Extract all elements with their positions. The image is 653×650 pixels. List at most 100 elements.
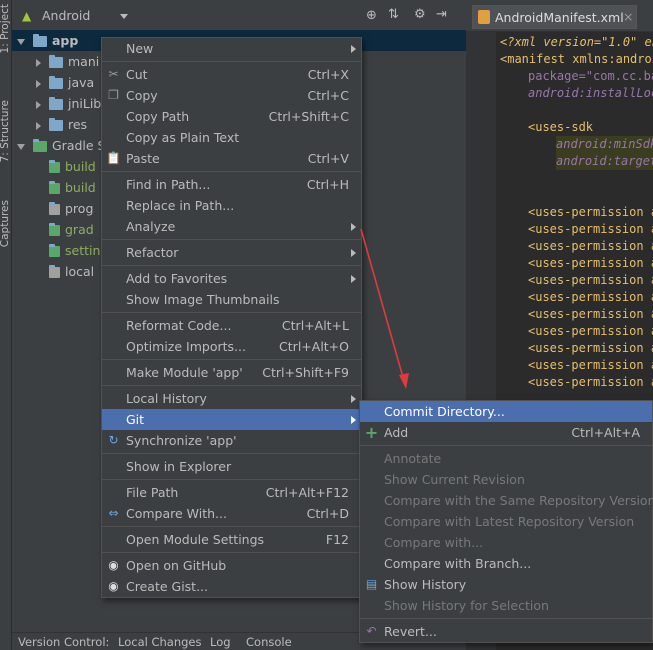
git-menu-item-annotate[interactable]: Annotate xyxy=(360,448,652,469)
bottom-tab-local-changes[interactable]: Local Changes xyxy=(118,635,201,649)
menu-separator xyxy=(102,265,361,266)
menu-item-refactor[interactable]: Refactor xyxy=(102,242,361,263)
chevron-down-icon[interactable] xyxy=(17,38,25,45)
gradle-icon xyxy=(33,139,47,152)
tree-item-label: build xyxy=(65,180,96,195)
collapse-icon[interactable]: ⇅ xyxy=(388,7,399,22)
menu-item-replace-in-path[interactable]: Replace in Path... xyxy=(102,195,361,216)
tree-item-jnilib[interactable]: jniLib xyxy=(36,93,101,114)
git-menu-item-compare-with[interactable]: Compare with... xyxy=(360,532,652,553)
annotation-arrow xyxy=(360,228,409,389)
git-menu-item-compare-with-branch[interactable]: Compare with Branch... xyxy=(360,553,652,574)
gear-icon[interactable]: ⚙ xyxy=(414,7,426,22)
menu-item-label: Cut xyxy=(126,67,148,82)
tree-item-java[interactable]: java xyxy=(36,72,94,93)
tree-item-label: java xyxy=(68,75,95,90)
close-icon[interactable]: × xyxy=(623,9,633,24)
view-select[interactable]: ▲ Android xyxy=(20,6,132,26)
menu-item-show-image-thumbnails[interactable]: Show Image Thumbnails xyxy=(102,289,361,310)
view-select-label: Android xyxy=(42,8,91,23)
menu-item-label: Open on GitHub xyxy=(126,558,227,573)
context-menu: New ✂ Cut Ctrl+X ❐ Copy Ctrl+C Copy Path Ctrl+Sh… xyxy=(101,37,362,598)
target-icon[interactable]: ⊕ xyxy=(366,8,377,23)
tree-item-res[interactable]: res xyxy=(36,114,87,135)
menu-item-copy-as-plain-text[interactable]: Copy as Plain Text xyxy=(102,127,361,148)
tree-item-settin[interactable]: settin xyxy=(36,240,100,261)
menu-item-new[interactable]: New xyxy=(102,38,361,59)
git-menu-item-compare-with-latest-repository-version[interactable]: Compare with Latest Repository Version xyxy=(360,511,652,532)
folder-icon xyxy=(49,76,63,89)
menu-item-make-module-app[interactable]: Make Module 'app' Ctrl+Shift+F9 xyxy=(102,362,361,383)
pin-icon[interactable]: ⇥ xyxy=(436,7,447,22)
menu-item-label: Find in Path... xyxy=(126,177,211,192)
tree-item-local[interactable]: local xyxy=(36,261,94,282)
submenu-arrow-icon xyxy=(351,45,356,53)
captures-tool-tab[interactable]: Captures xyxy=(0,200,12,247)
menu-item-cut[interactable]: ✂ Cut Ctrl+X xyxy=(102,64,361,85)
menu-item-shortcut: Ctrl+X xyxy=(307,67,349,82)
menu-item-label: Refactor xyxy=(126,245,179,260)
menu-separator xyxy=(102,171,361,172)
git-menu-item-add[interactable]: + Add Ctrl+Alt+A xyxy=(360,422,652,443)
bottom-tab-version-control[interactable]: Version Control: xyxy=(18,635,109,649)
tree-item-build[interactable]: build xyxy=(36,177,96,198)
menu-item-paste[interactable]: 📋 Paste Ctrl+V xyxy=(102,148,361,169)
history-icon: ▤ xyxy=(365,577,378,591)
menu-separator xyxy=(102,552,361,553)
menu-item-find-in-path[interactable]: Find in Path... Ctrl+H xyxy=(102,174,361,195)
menu-item-reformat-code[interactable]: Reformat Code... Ctrl+Alt+L xyxy=(102,315,361,336)
menu-item-label: Copy xyxy=(126,88,158,103)
menu-item-show-in-explorer[interactable]: Show in Explorer xyxy=(102,456,361,477)
menu-separator xyxy=(102,312,361,313)
structure-tool-tab[interactable]: 7: Structure xyxy=(0,100,12,162)
git-menu-item-show-history-for-selection[interactable]: Show History for Selection xyxy=(360,595,652,616)
menu-item-open-on-github[interactable]: ◉ Open on GitHub xyxy=(102,555,361,576)
git-menu-item-commit-directory[interactable]: Commit Directory... xyxy=(360,401,652,422)
tree-item-prog[interactable]: prog xyxy=(36,198,93,219)
chevron-right-icon[interactable] xyxy=(36,100,41,109)
menu-item-local-history[interactable]: Local History xyxy=(102,388,361,409)
menu-item-label: Compare With... xyxy=(126,506,227,521)
submenu-arrow-icon xyxy=(351,395,356,403)
menu-item-open-module-settings[interactable]: Open Module Settings F12 xyxy=(102,529,361,550)
tree-item-mani[interactable]: mani xyxy=(36,51,99,72)
folder-icon xyxy=(49,55,63,68)
tree-item-label: res xyxy=(68,117,88,132)
menu-item-file-path[interactable]: File Path Ctrl+Alt+F12 xyxy=(102,482,361,503)
chevron-right-icon[interactable] xyxy=(36,58,41,67)
menu-item-git[interactable]: Git xyxy=(102,409,361,430)
menu-item-add-to-favorites[interactable]: Add to Favorites xyxy=(102,268,361,289)
project-tool-tab[interactable]: 1: Project xyxy=(0,4,12,53)
menu-item-label: Compare with Latest Repository Version xyxy=(384,514,635,529)
tree-item-grad[interactable]: grad xyxy=(36,219,94,240)
chevron-right-icon[interactable] xyxy=(36,79,41,88)
menu-item-optimize-imports[interactable]: Optimize Imports... Ctrl+Alt+O xyxy=(102,336,361,357)
menu-item-label: Add to Favorites xyxy=(126,271,228,286)
chevron-right-icon[interactable] xyxy=(36,121,41,130)
code-line: <uses-permission a xyxy=(528,375,653,389)
menu-item-shortcut: Ctrl+Shift+F9 xyxy=(262,365,349,380)
menu-item-analyze[interactable]: Analyze xyxy=(102,216,361,237)
git-menu-item-show-history[interactable]: ▤ Show History xyxy=(360,574,652,595)
git-submenu: Commit Directory... + Add Ctrl+Alt+A Annotat… xyxy=(359,400,653,643)
menu-item-label: Local History xyxy=(126,391,207,406)
git-menu-item-revert[interactable]: ↶ Revert... xyxy=(360,621,652,642)
git-menu-item-compare-with-the-same-repository-version[interactable]: Compare with the Same Repository Version xyxy=(360,490,653,511)
code-line: <uses-permission a xyxy=(528,205,653,219)
menu-item-copy[interactable]: ❐ Copy Ctrl+C xyxy=(102,85,361,106)
tree-item-build[interactable]: build xyxy=(36,156,96,177)
menu-item-compare-with[interactable]: ⇔ Compare With... Ctrl+D xyxy=(102,503,361,524)
chevron-down-icon[interactable] xyxy=(17,143,25,150)
cut-icon: ✂ xyxy=(108,67,119,81)
menu-separator xyxy=(102,61,361,62)
menu-item-synchronize-app[interactable]: ↻ Synchronize 'app' xyxy=(102,430,361,451)
tree-item-gradle-s[interactable]: Gradle S xyxy=(17,135,106,156)
bottom-tab-console[interactable]: Console xyxy=(246,635,292,649)
editor-tab[interactable]: AndroidManifest.xml × xyxy=(472,5,637,29)
menu-item-create-gist[interactable]: ◉ Create Gist... xyxy=(102,576,361,597)
tree-item-label: app xyxy=(52,33,79,48)
git-menu-item-show-current-revision[interactable]: Show Current Revision xyxy=(360,469,652,490)
menu-item-copy-path[interactable]: Copy Path Ctrl+Shift+C xyxy=(102,106,361,127)
android-icon: ▲ xyxy=(22,9,32,23)
bottom-tab-log[interactable]: Log xyxy=(210,635,231,649)
